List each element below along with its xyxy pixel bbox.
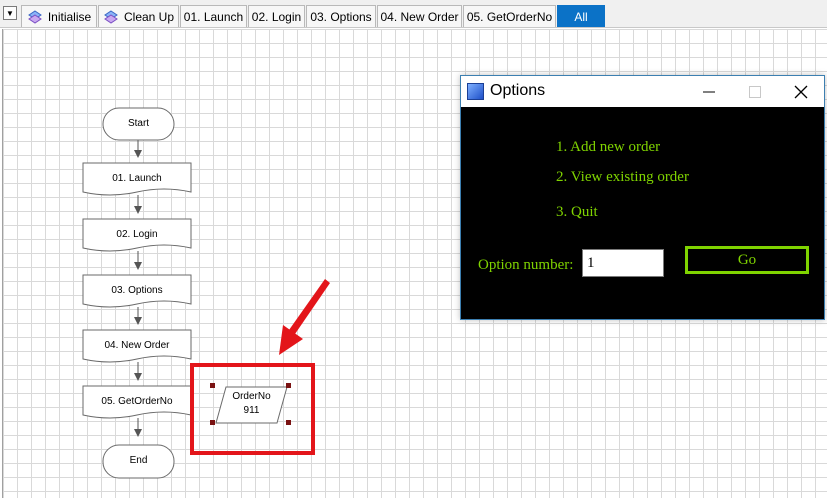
tab-label: 03. Options — [310, 9, 372, 24]
stage-label: 02. Login — [116, 229, 158, 240]
options-window: Options 1. Add new order 2. View existin… — [460, 75, 825, 320]
tab-get-order-no[interactable]: 05. GetOrderNo — [463, 5, 556, 27]
tab-label: Initialise — [47, 9, 92, 24]
highlight-box — [190, 363, 315, 455]
tab-login[interactable]: 02. Login — [248, 5, 305, 27]
tab-label: 04. New Order — [380, 9, 459, 24]
go-button-label: Go — [737, 251, 757, 268]
tab-bar: ▼ Initialise Clean Up 01. Launch 02. Log… — [0, 0, 827, 28]
maximize-button[interactable] — [732, 76, 778, 107]
minimize-icon — [703, 91, 715, 92]
menu-option-add: 1. Add new order — [556, 139, 661, 155]
stage-label: 03. Options — [111, 285, 163, 296]
annotation-arrow-icon — [279, 279, 330, 355]
close-icon — [794, 85, 808, 98]
tab-initialise[interactable]: Initialise — [21, 5, 97, 27]
stage-label: 04. New Order — [104, 340, 170, 351]
start-label: Start — [127, 118, 150, 129]
tab-dropdown-button[interactable]: ▼ — [3, 6, 17, 20]
window-body: 1. Add new order 2. View existing order … — [461, 107, 824, 319]
menu-option-quit: 3. Quit — [556, 204, 598, 220]
tab-label: 02. Login — [251, 9, 302, 24]
menu-option-view: 2. View existing order — [556, 169, 689, 185]
process-icon — [27, 9, 42, 24]
app-icon — [467, 83, 484, 100]
tab-all[interactable]: All — [557, 5, 605, 27]
option-number-input[interactable] — [582, 249, 664, 277]
chevron-down-icon: ▼ — [6, 8, 14, 18]
tab-label: Clean Up — [123, 9, 175, 24]
tab-options[interactable]: 03. Options — [306, 5, 376, 27]
window-title: Options — [490, 82, 546, 99]
process-icon — [104, 9, 118, 24]
close-button[interactable] — [778, 76, 824, 107]
go-button[interactable]: Go — [685, 246, 809, 274]
maximize-icon — [749, 85, 761, 98]
tab-label: 05. GetOrderNo — [466, 9, 553, 24]
tab-label: 01. Launch — [183, 9, 244, 24]
stage-label: 05. GetOrderNo — [101, 396, 173, 407]
tab-launch[interactable]: 01. Launch — [180, 5, 247, 27]
stage-label: 01. Launch — [112, 173, 162, 184]
tab-clean-up[interactable]: Clean Up — [98, 5, 179, 27]
end-label: End — [129, 455, 148, 466]
window-titlebar[interactable]: Options — [461, 76, 824, 107]
tab-new-order[interactable]: 04. New Order — [377, 5, 462, 27]
minimize-button[interactable] — [686, 76, 732, 107]
tab-label: All — [574, 9, 588, 24]
option-number-label: Option number: — [478, 257, 574, 273]
